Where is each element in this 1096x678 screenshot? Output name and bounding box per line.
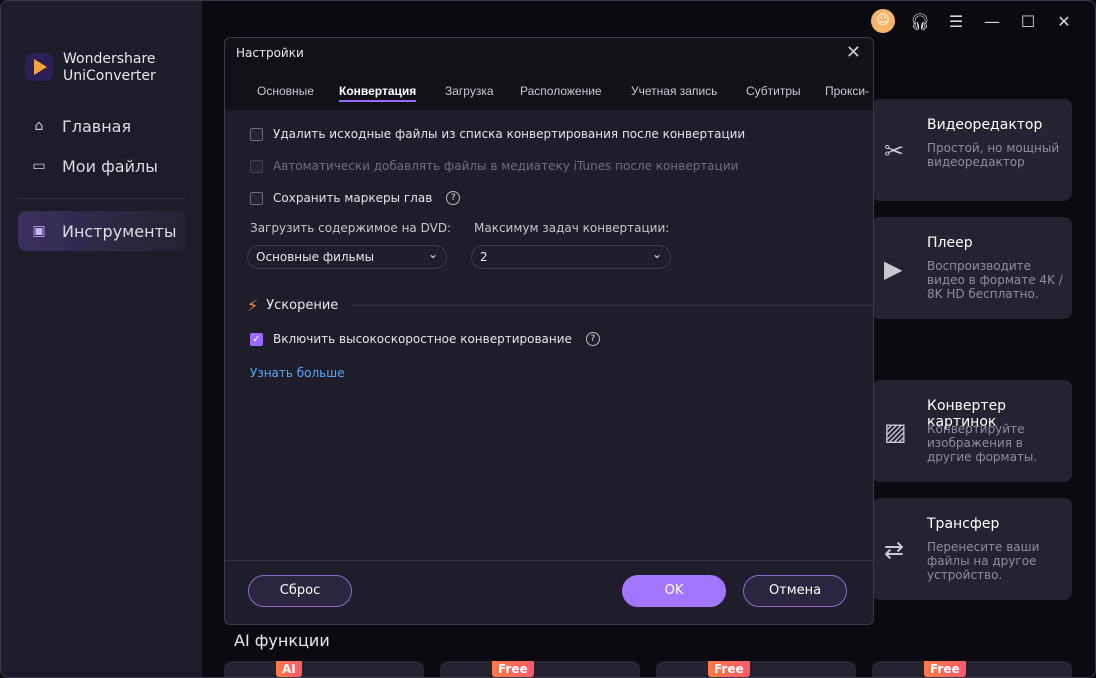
checkbox [250, 160, 263, 173]
section-title: Ускорение [266, 298, 338, 313]
user-avatar-icon[interactable]: ☺ [871, 9, 895, 33]
tab-location[interactable]: Расположение [520, 84, 602, 98]
tab-download[interactable]: Загрузка [445, 84, 494, 98]
dialog-footer: Сброс OK Отмена [225, 560, 873, 624]
app-name: WondershareUniConverter [63, 51, 156, 85]
minimize-icon[interactable]: — [981, 12, 1003, 31]
app-name-line2: UniConverter [63, 68, 156, 85]
tool-card-video-editor[interactable]: ✂ Видеоредактор Простой, но мощный видеоре… [872, 99, 1072, 201]
help-icon[interactable]: ? [446, 191, 460, 205]
dialog-header: Настройки ✕ Основные Конвертация Загрузк… [225, 38, 873, 110]
close-icon[interactable]: ✕ [846, 42, 861, 63]
ok-button[interactable]: OK [622, 575, 726, 607]
app-window: WondershareUniConverter ⌂ Главная ▭ Мои фа… [0, 0, 1096, 678]
learn-more-link[interactable]: Узнать больше [250, 366, 345, 380]
option-itunes: Автоматически добавлять файлы в медиатек… [250, 159, 738, 173]
dialog-title: Настройки [236, 46, 304, 60]
tool-title: Плеер [927, 235, 973, 251]
sidebar-item-label: Инструменты [62, 222, 177, 241]
headset-support-icon[interactable]: 🎧︎ [909, 12, 931, 31]
ai-card[interactable]: Free [656, 661, 856, 678]
option-label: Автоматически добавлять файлы в медиатек… [273, 159, 738, 173]
reset-button[interactable]: Сброс [248, 575, 352, 607]
checkbox[interactable]: ✓ [250, 333, 263, 346]
tab-general[interactable]: Основные [257, 84, 314, 98]
option-chapter-markers[interactable]: Сохранить маркеры глав? [250, 191, 460, 205]
option-delete-source[interactable]: Удалить исходные файлы из списка конверт… [250, 127, 745, 141]
settings-tabs: Основные Конвертация Загрузка Расположен… [225, 84, 873, 106]
tab-account[interactable]: Учетная запись [631, 84, 717, 98]
help-icon[interactable]: ? [586, 332, 600, 346]
ai-card[interactable]: AI [224, 661, 424, 678]
tool-desc: Перенесите ваши файлы на другое устройст… [927, 540, 1067, 582]
tool-card-image-converter[interactable]: ▨Конвертер картинокКонвертируйте изображ… [872, 380, 1072, 482]
option-label: Сохранить маркеры глав [273, 191, 432, 205]
tab-subtitles[interactable]: Субтитры [746, 84, 801, 98]
acceleration-section: ⚡ Ускорение [247, 296, 874, 315]
sidebar-item-tools[interactable]: ▣ Инструменты [18, 211, 186, 251]
checkbox[interactable] [250, 192, 263, 205]
divider [352, 305, 874, 306]
tool-desc: Воспроизводите видео в формате 4K / 8K H… [927, 259, 1067, 301]
ai-card[interactable]: Free [440, 661, 640, 678]
folder-icon: ▭ [30, 158, 48, 174]
sidebar-item-home[interactable]: ⌂ Главная [18, 106, 186, 146]
home-icon: ⌂ [30, 118, 48, 134]
menu-icon[interactable]: ☰ [945, 12, 967, 31]
ai-card[interactable]: Free [872, 661, 1072, 678]
title-bar: ☺ 🎧︎ ☰ — ☐ ✕ [871, 1, 1095, 41]
close-window-icon[interactable]: ✕ [1053, 12, 1075, 31]
lightning-icon: ⚡ [247, 296, 258, 315]
app-name-line1: Wondershare [63, 51, 156, 68]
toolbox-icon: ▣ [30, 223, 48, 239]
video-editor-icon: ✂ [884, 137, 904, 165]
ai-badge: AI [276, 661, 302, 677]
tool-desc: Конвертируйте изображения в другие форма… [927, 422, 1067, 464]
tool-desc: Простой, но мощный видеоредактор [927, 141, 1067, 169]
divider [18, 198, 186, 199]
checkbox[interactable] [250, 128, 263, 141]
tab-proxy[interactable]: Прокси- [825, 84, 869, 98]
cancel-button[interactable]: Отмена [743, 575, 847, 607]
settings-dialog: Настройки ✕ Основные Конвертация Загрузк… [224, 37, 874, 625]
sidebar: WondershareUniConverter ⌂ Главная ▭ Мои фа… [1, 1, 202, 678]
option-high-speed[interactable]: ✓ Включить высокоскоростное конвертирован… [250, 332, 600, 346]
dvd-content-select[interactable]: Основные фильмы [247, 245, 447, 269]
sidebar-item-label: Главная [62, 117, 131, 136]
tool-title: Видеоредактор [927, 117, 1042, 133]
max-tasks-label: Максимум задач конвертации: [474, 221, 669, 235]
sidebar-item-label: Мои файлы [62, 157, 158, 176]
dvd-label: Загрузить содержимое на DVD: [250, 221, 451, 235]
free-badge: Free [924, 661, 966, 677]
tab-conversion[interactable]: Конвертация [339, 84, 416, 102]
free-badge: Free [492, 661, 534, 677]
maximize-icon[interactable]: ☐ [1017, 12, 1039, 31]
tool-title: Трансфер [927, 516, 999, 532]
sidebar-item-my-files[interactable]: ▭ Мои файлы [18, 146, 186, 186]
ai-section-title: AI функции [234, 631, 330, 650]
app-logo-icon [25, 53, 53, 81]
image-convert-icon: ▨ [884, 418, 907, 446]
transfer-icon: ⇄ [884, 536, 904, 564]
tool-card-player[interactable]: ▶ Плеер Воспроизводите видео в формате 4K … [872, 217, 1072, 319]
option-label: Включить высокоскоростное конвертировани… [273, 332, 572, 346]
tool-card-transfer[interactable]: ⇄ Трансфер Перенесите ваши файлы на другое… [872, 498, 1072, 600]
free-badge: Free [708, 661, 750, 677]
tv-player-icon: ▶ [884, 255, 902, 283]
option-label: Удалить исходные файлы из списка конверт… [273, 127, 745, 141]
max-tasks-select[interactable]: 2 [471, 245, 671, 269]
